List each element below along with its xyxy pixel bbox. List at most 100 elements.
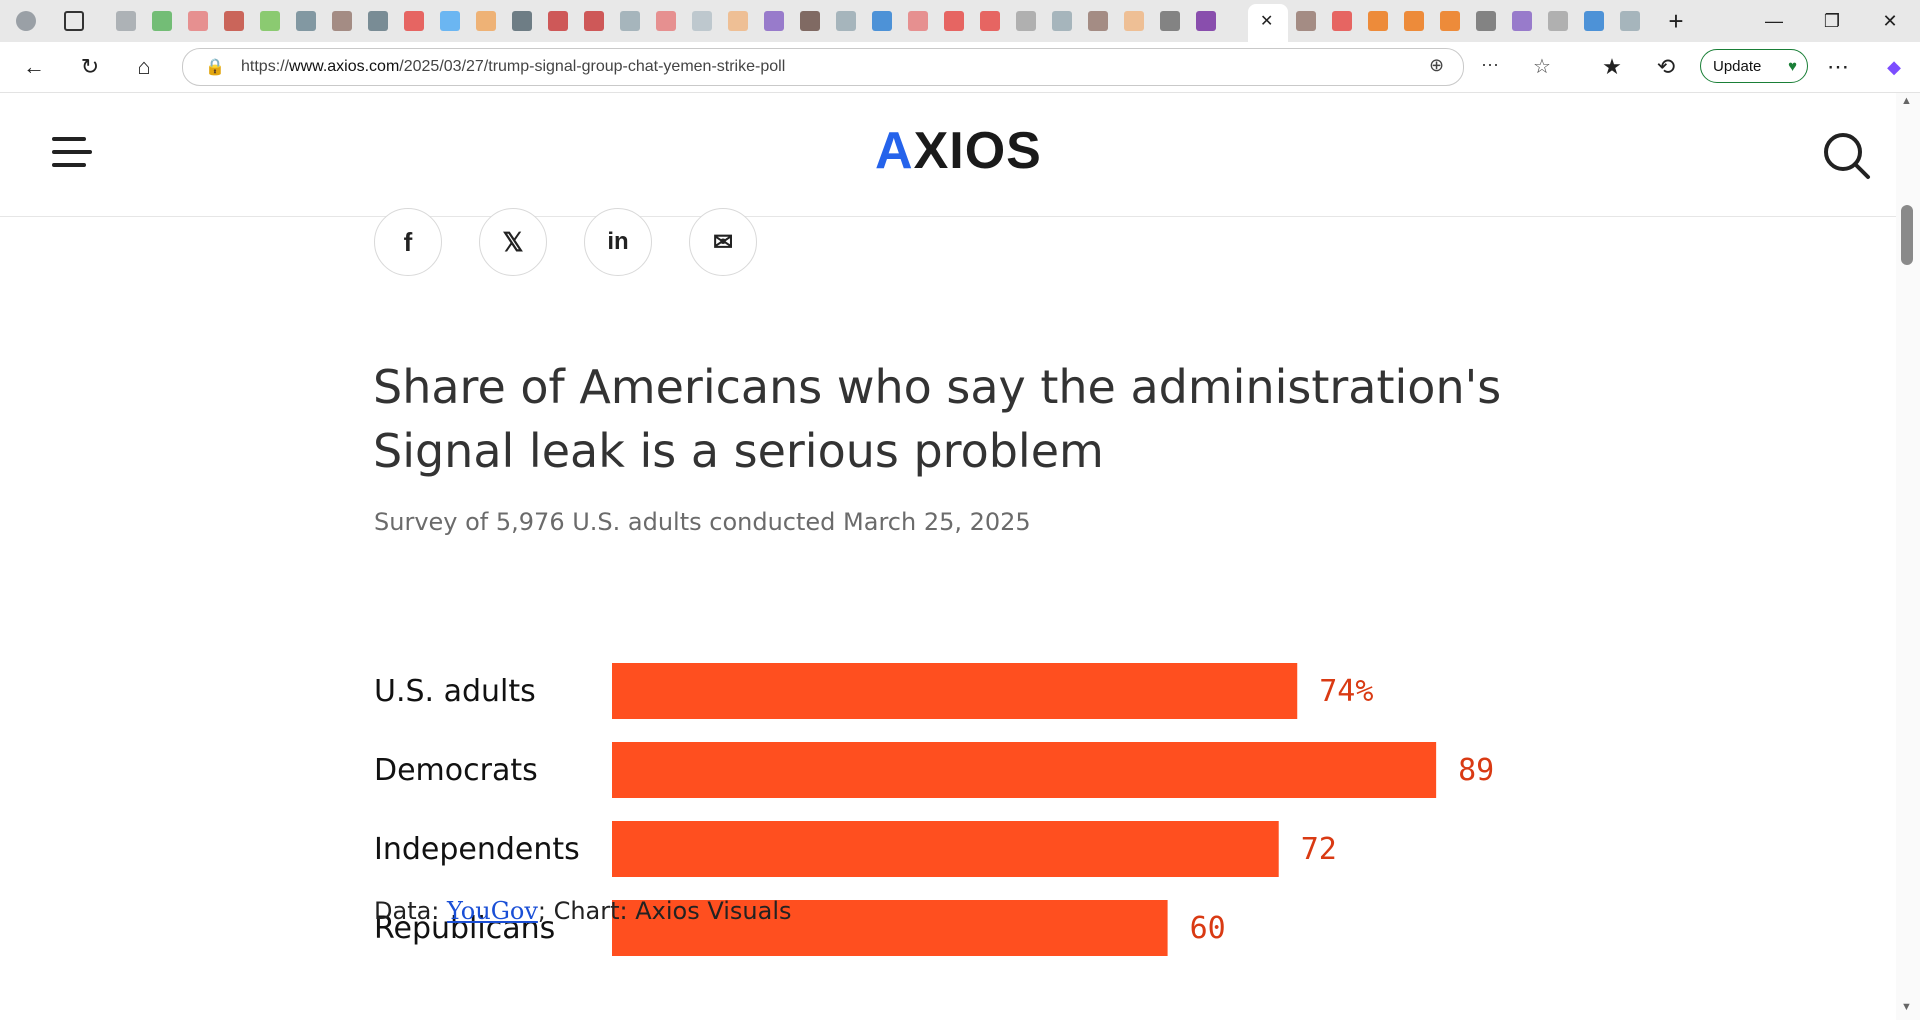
minimize-icon[interactable]: — — [1754, 8, 1794, 34]
scroll-up-icon[interactable]: ▲ — [1901, 95, 1912, 107]
tab-favicon-icon[interactable] — [1476, 11, 1496, 31]
active-tab[interactable]: ✕ — [1248, 4, 1288, 42]
tab-favicon-icon[interactable] — [584, 11, 604, 31]
tab-favicon-icon[interactable] — [296, 11, 316, 31]
tab-favicon-icon[interactable] — [656, 11, 676, 31]
tab-favicon-icon[interactable] — [152, 11, 172, 31]
tab-favicon-icon[interactable] — [440, 11, 460, 31]
logo-text: AXIOS — [875, 122, 1042, 180]
restore-icon[interactable]: ❐ — [1812, 8, 1852, 34]
browser-tab-strip: ✕ + — ❐ ✕ — [0, 0, 1920, 42]
logo-rest-letters: XIOS — [913, 122, 1042, 180]
tab-favicon-icon[interactable] — [1124, 11, 1144, 31]
tab-favicon-icon[interactable] — [224, 11, 244, 31]
favorites-icon[interactable]: ★ — [1596, 51, 1628, 83]
scroll-thumb[interactable] — [1901, 205, 1913, 265]
url-scheme: https:// — [241, 58, 290, 75]
category-label: Democrats — [374, 753, 538, 788]
url-bar[interactable]: 🔒 https://www.axios.com/2025/03/27/trump… — [182, 48, 1551, 86]
tab-favicon-icon[interactable] — [944, 11, 964, 31]
close-window-icon[interactable]: ✕ — [1870, 8, 1910, 34]
page-scrollbar[interactable]: ▲ ▼ — [1896, 93, 1920, 1020]
bar-value-label: 60 — [1190, 911, 1226, 946]
source-link[interactable]: YouGov — [447, 897, 538, 925]
home-icon[interactable]: ⌂ — [128, 51, 160, 83]
profile-icon[interactable] — [16, 11, 36, 31]
logo-accent-letter: A — [875, 122, 914, 180]
source-suffix: ; Chart: Axios Visuals — [537, 897, 792, 925]
tab-favicon-icon[interactable] — [116, 11, 136, 31]
tab-favicon-icon[interactable] — [1296, 11, 1316, 31]
tab-favicon-icon[interactable] — [548, 11, 568, 31]
bar-value-label: 74% — [1319, 674, 1373, 709]
tab-favicon-icon[interactable] — [1016, 11, 1036, 31]
x-icon: 𝕏 — [502, 226, 524, 257]
tab-favicon-icon[interactable] — [872, 11, 892, 31]
tab-favicon-icon[interactable] — [980, 11, 1000, 31]
more-tools-icon[interactable]: ⋯ — [1481, 55, 1499, 76]
email-icon: ✉ — [712, 228, 734, 256]
source-prefix: Data: — [374, 897, 448, 925]
history-icon[interactable]: ⟲ — [1650, 51, 1682, 83]
update-button[interactable]: Update ♥ — [1700, 49, 1808, 83]
bar-value-label: 72 — [1301, 832, 1337, 867]
tab-favicon-icon[interactable] — [836, 11, 856, 31]
favorite-star-icon[interactable]: ☆ — [1533, 54, 1551, 79]
tab-favicon-icon[interactable] — [1052, 11, 1072, 31]
tab-favicon-icon[interactable] — [764, 11, 784, 31]
copilot-icon[interactable]: ◆ — [1878, 51, 1910, 83]
category-label: U.S. adults — [374, 674, 536, 709]
settings-more-icon[interactable]: ⋯ — [1822, 51, 1854, 83]
close-tab-icon[interactable]: ✕ — [1260, 11, 1273, 31]
tab-favicon-icon[interactable] — [800, 11, 820, 31]
tab-favicon-icon[interactable] — [260, 11, 280, 31]
site-logo[interactable]: AXIOS — [875, 121, 1042, 181]
tab-favicon-icon[interactable] — [728, 11, 748, 31]
tab-favicon-icon[interactable] — [620, 11, 640, 31]
tab-favicon-icon[interactable] — [1368, 11, 1388, 31]
zoom-icon[interactable]: ⊕ — [1429, 55, 1444, 76]
tab-favicon-icon[interactable] — [1088, 11, 1108, 31]
back-icon[interactable]: ← — [18, 51, 50, 83]
heart-pulse-icon: ♥ — [1788, 58, 1797, 75]
tab-favicon-icon[interactable] — [692, 11, 712, 31]
facebook-icon: f — [403, 226, 413, 257]
refresh-icon[interactable]: ↻ — [74, 51, 106, 83]
address-toolbar: ← ↻ ⌂ 🔒 https://www.axios.com/2025/03/27… — [0, 42, 1920, 93]
update-label: Update — [1713, 58, 1762, 75]
chart-title: Share of Americans who say the administr… — [373, 360, 1502, 478]
tab-favicon-icon[interactable] — [1332, 11, 1352, 31]
chart-source: Data: YouGov; Chart: Axios Visuals — [374, 897, 792, 925]
bar — [612, 742, 1437, 798]
tab-favicon-icon[interactable] — [332, 11, 352, 31]
share-facebook-button[interactable]: f — [374, 208, 442, 276]
tab-favicon-icon[interactable] — [1160, 11, 1180, 31]
tab-favicon-icon[interactable] — [1512, 11, 1532, 31]
share-email-button[interactable]: ✉ — [689, 208, 757, 276]
site-info-icon[interactable]: 🔒 — [205, 57, 225, 77]
tab-favicon-icon[interactable] — [1404, 11, 1424, 31]
chart-subtitle: Survey of 5,976 U.S. adults conducted Ma… — [374, 508, 1031, 536]
new-tab-icon[interactable]: + — [1656, 8, 1696, 34]
url-host: www.axios.com — [289, 58, 400, 75]
search-icon[interactable] — [1822, 131, 1872, 181]
tab-favicon-icon[interactable] — [1548, 11, 1568, 31]
share-linkedin-button[interactable]: in — [584, 208, 652, 276]
tab-favicon-icon[interactable] — [1196, 11, 1216, 31]
tab-favicon-icon[interactable] — [368, 11, 388, 31]
menu-icon[interactable] — [52, 137, 96, 169]
url-path: /2025/03/27/trump-signal-group-chat-yeme… — [399, 58, 786, 75]
tab-favicon-icon[interactable] — [512, 11, 532, 31]
url-text[interactable]: https://www.axios.com/2025/03/27/trump-s… — [241, 58, 785, 76]
tab-favicon-icon[interactable] — [1584, 11, 1604, 31]
tab-actions-icon[interactable] — [64, 11, 84, 31]
tab-favicon-icon[interactable] — [908, 11, 928, 31]
tab-favicon-icon[interactable] — [188, 11, 208, 31]
tab-favicon-icon[interactable] — [404, 11, 424, 31]
tab-favicon-icon[interactable] — [476, 11, 496, 31]
share-x-button[interactable]: 𝕏 — [479, 208, 547, 276]
scroll-down-icon[interactable]: ▼ — [1901, 1001, 1912, 1013]
tab-favicon-icon[interactable] — [1440, 11, 1460, 31]
site-header: AXIOS — [0, 93, 1896, 217]
tab-favicon-icon[interactable] — [1620, 11, 1640, 31]
